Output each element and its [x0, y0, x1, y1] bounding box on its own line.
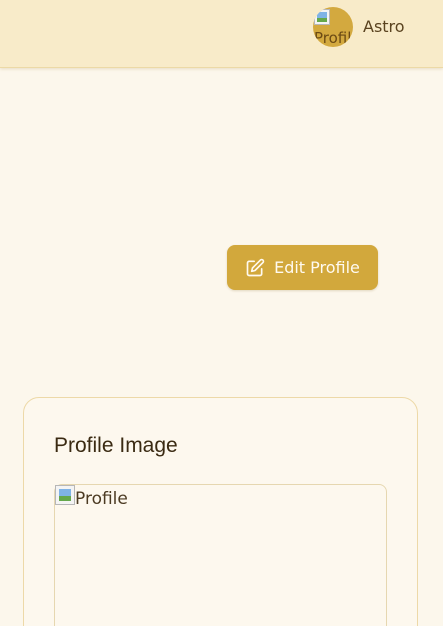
- username[interactable]: Astro: [363, 7, 405, 47]
- user-menu[interactable]: Profile Astro: [313, 7, 405, 47]
- edit-profile-label: Edit Profile: [274, 258, 360, 277]
- profile-image-alt-text: Profile: [75, 489, 128, 509]
- broken-image-icon: [55, 485, 75, 505]
- avatar-alt-text: Profile: [314, 29, 353, 47]
- top-bar: Profile Astro: [0, 0, 443, 68]
- edit-icon: [246, 258, 265, 276]
- edit-profile-button[interactable]: Edit Profile: [227, 245, 378, 290]
- card-title: Profile Image: [54, 434, 178, 457]
- avatar[interactable]: Profile: [313, 7, 353, 47]
- profile-image: Profile: [54, 484, 387, 626]
- profile-image-card: Profile Image Profile: [23, 397, 418, 626]
- broken-image-icon: [314, 9, 330, 25]
